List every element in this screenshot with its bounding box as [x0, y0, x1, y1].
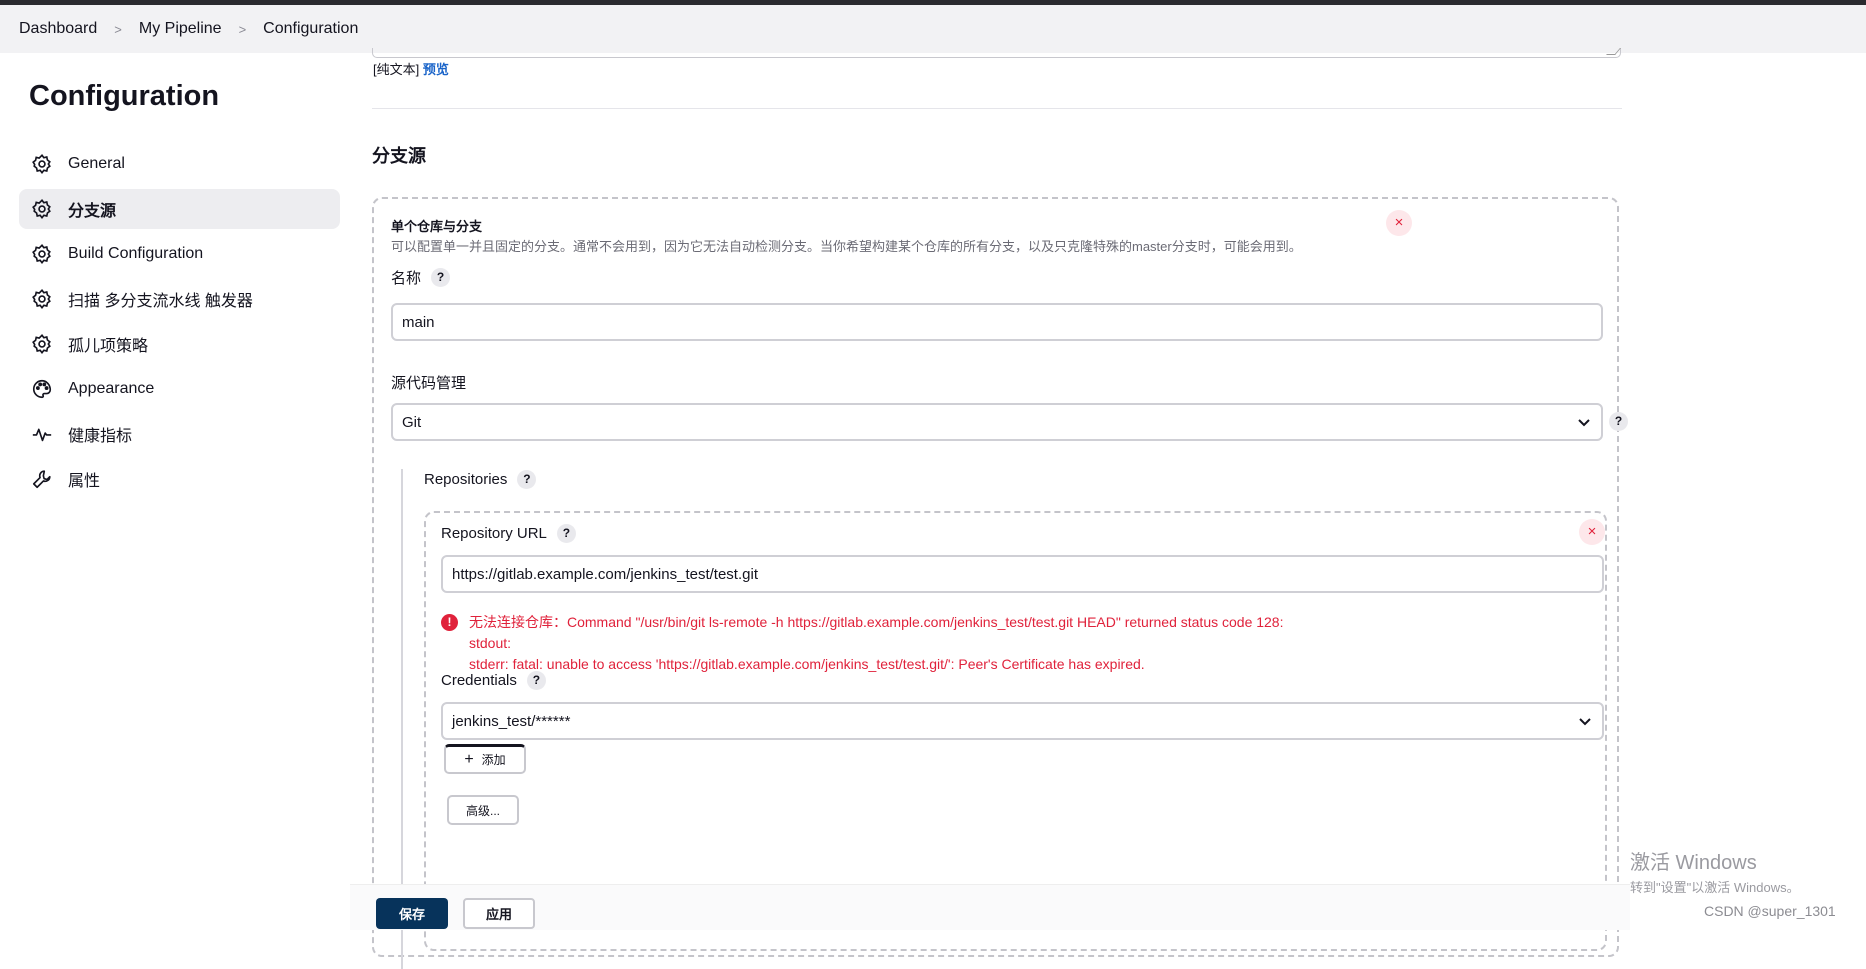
help-icon[interactable]: ?	[517, 470, 537, 489]
scm-label-text: 源代码管理	[391, 375, 467, 392]
credentials-select-value: jenkins_test/******	[452, 712, 571, 730]
apply-button[interactable]: 应用	[463, 898, 535, 929]
sidebar: General 分支源 Build Configuration 扫描 多分支流水…	[19, 144, 340, 504]
csdn-credit: CSDN @super_1301	[1704, 903, 1836, 919]
breadcrumb-separator-icon: >	[114, 21, 122, 37]
resize-grip-icon[interactable]	[1606, 48, 1621, 55]
scm-label: 源代码管理	[391, 372, 466, 393]
error-line: stdout:	[469, 635, 512, 651]
sidebar-item-scan-triggers[interactable]: 扫描 多分支流水线 触发器	[19, 279, 340, 319]
section-title: 分支源	[372, 146, 426, 166]
credentials-select[interactable]: jenkins_test/******	[441, 702, 1604, 740]
branch-source-card: 单个仓库与分支 可以配置单一并且固定的分支。通常不会用到，因为它无法自动检测分支…	[372, 197, 1628, 969]
bottom-action-bar	[350, 884, 1630, 930]
breadcrumb-my-pipeline[interactable]: My Pipeline	[139, 20, 222, 38]
advanced-button[interactable]: 高级...	[447, 795, 519, 825]
add-credentials-label: 添加	[481, 753, 506, 767]
gear-icon	[31, 333, 53, 355]
credentials-label: Credentials ?	[441, 671, 546, 690]
repository-url-input[interactable]	[441, 555, 1604, 593]
sidebar-item-label: Appearance	[68, 380, 155, 397]
repository-url-label: Repository URL ?	[441, 524, 576, 543]
pulse-icon	[31, 423, 53, 445]
sidebar-item-health-metrics[interactable]: 健康指标	[19, 414, 340, 454]
sidebar-item-label: 分支源	[68, 203, 117, 220]
breadcrumb-configuration[interactable]: Configuration	[263, 20, 358, 38]
remove-repository-button[interactable]: ×	[1579, 519, 1605, 545]
plain-text-label: [纯文本]	[373, 62, 420, 77]
sidebar-item-label: 属性	[68, 473, 101, 490]
card-title: 单个仓库与分支	[391, 219, 483, 234]
repositories-label: Repositories ?	[424, 470, 537, 489]
credentials-label-text: Credentials	[441, 672, 517, 689]
error-icon: !	[441, 614, 458, 631]
remove-branch-source-button[interactable]: ×	[1386, 210, 1412, 236]
scm-help-icon[interactable]: ?	[1609, 412, 1628, 431]
add-credentials-button[interactable]: + 添加	[444, 744, 526, 774]
card-description: 可以配置单一并且固定的分支。通常不会用到，因为它无法自动检测分支。当你希望构建某…	[391, 239, 1302, 254]
sidebar-item-build-configuration[interactable]: Build Configuration	[19, 234, 340, 274]
repository-error-message: ! 无法连接仓库：Command "/usr/bin/git ls-remote…	[441, 612, 1284, 675]
page-title: Configuration	[29, 80, 220, 112]
repositories-label-text: Repositories	[424, 471, 508, 488]
description-format-line: [纯文本] 预览	[373, 59, 449, 78]
sidebar-item-label: 孤儿项策略	[68, 338, 149, 355]
breadcrumb-separator-icon: >	[238, 21, 247, 37]
gear-icon	[31, 288, 53, 310]
watermark-title: 激活 Windows	[1630, 852, 1757, 874]
wrench-icon	[31, 468, 53, 490]
gear-icon	[31, 243, 53, 265]
sidebar-item-general[interactable]: General	[19, 144, 340, 184]
save-button[interactable]: 保存	[376, 898, 448, 929]
gear-icon	[31, 198, 53, 220]
sidebar-item-label: 健康指标	[68, 428, 133, 445]
error-line: 无法连接仓库：Command "/usr/bin/git ls-remote -…	[469, 614, 1284, 630]
preview-link[interactable]: 预览	[423, 62, 449, 77]
sidebar-item-label: Build Configuration	[68, 245, 204, 262]
error-line: stderr: fatal: unable to access 'https:/…	[469, 656, 1145, 672]
repository-url-label-text: Repository URL	[441, 525, 547, 542]
help-icon[interactable]: ?	[556, 524, 576, 543]
name-label: 名称 ?	[391, 267, 451, 288]
sidebar-item-appearance[interactable]: Appearance	[19, 369, 340, 409]
scm-select-value: Git	[402, 413, 422, 431]
gear-icon	[31, 153, 53, 175]
main-content: [纯文本] 预览 分支源 单个仓库与分支 可以配置单一并且固定的分支。通常不会用…	[372, 0, 1628, 969]
sidebar-item-label: 扫描 多分支流水线 触发器	[68, 293, 253, 310]
name-label-text: 名称	[391, 270, 422, 287]
scm-select[interactable]: Git	[391, 403, 1603, 441]
sidebar-item-orphan-strategy[interactable]: 孤儿项策略	[19, 324, 340, 364]
chevron-down-icon	[1578, 419, 1590, 427]
sidebar-item-branch-sources[interactable]: 分支源	[19, 189, 340, 229]
windows-activation-watermark: 激活 Windows 转到"设置"以激活 Windows。	[1630, 846, 1800, 896]
help-icon[interactable]: ?	[431, 268, 451, 287]
palette-icon	[31, 378, 53, 400]
description-textarea[interactable]	[372, 48, 1621, 58]
help-icon[interactable]: ?	[526, 671, 546, 690]
breadcrumb-dashboard[interactable]: Dashboard	[19, 20, 97, 38]
sidebar-item-label: General	[68, 155, 125, 172]
section-divider	[372, 108, 1622, 109]
name-input[interactable]	[391, 303, 1603, 341]
watermark-subtitle: 转到"设置"以激活 Windows。	[1630, 880, 1800, 895]
sidebar-item-properties[interactable]: 属性	[19, 459, 340, 499]
plus-icon: +	[464, 750, 474, 768]
chevron-down-icon	[1579, 718, 1591, 726]
